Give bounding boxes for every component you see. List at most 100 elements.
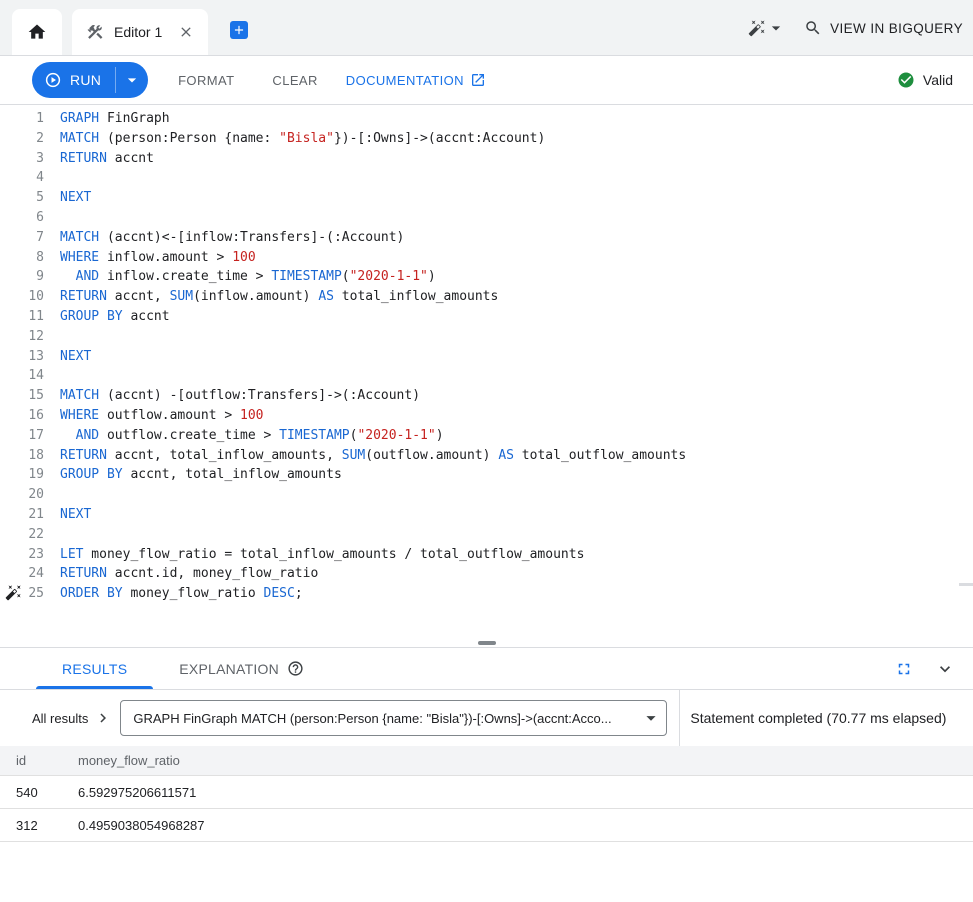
code-line: 8WHERE inflow.amount > 100 — [0, 248, 973, 268]
line-number: 4 — [0, 168, 44, 188]
code-line: 7MATCH (accnt)<-[inflow:Transfers]-(:Acc… — [0, 228, 973, 248]
code-text: MATCH (person:Person {name: "Bisla"})-[:… — [44, 129, 545, 149]
code-assist-icon[interactable] — [5, 584, 22, 601]
code-line: 22 — [0, 525, 973, 545]
code-text: MATCH (accnt) -[outflow:Transfers]->(:Ac… — [44, 386, 420, 406]
close-tab-button[interactable] — [178, 24, 194, 40]
code-line: 18RETURN accnt, total_inflow_amounts, SU… — [0, 446, 973, 466]
line-number: 8 — [0, 248, 44, 268]
collapse-panel-icon[interactable] — [935, 659, 955, 679]
close-icon — [178, 24, 194, 40]
code-text: GROUP BY accnt, total_inflow_amounts — [44, 465, 342, 485]
sql-editor[interactable]: 1GRAPH FinGraph2MATCH (person:Person {na… — [0, 105, 973, 648]
valid-label: Valid — [923, 72, 953, 88]
code-text: RETURN accnt, SUM(inflow.amount) AS tota… — [44, 287, 498, 307]
code-text — [44, 168, 60, 188]
tab-explanation[interactable]: EXPLANATION — [153, 648, 330, 689]
add-editor-tab-button[interactable] — [230, 21, 248, 39]
help-icon[interactable] — [287, 660, 304, 677]
code-line: 12 — [0, 327, 973, 347]
code-text: RETURN accnt, total_inflow_amounts, SUM(… — [44, 446, 686, 466]
line-number: 24 — [0, 564, 44, 584]
fullscreen-icon[interactable] — [895, 660, 913, 678]
results-panel-actions — [895, 648, 973, 689]
clear-button[interactable]: CLEAR — [264, 65, 325, 96]
tools-icon — [86, 23, 104, 41]
line-number: 14 — [0, 366, 44, 386]
code-text: WHERE inflow.amount > 100 — [44, 248, 256, 268]
code-line: 24RETURN accnt.id, money_flow_ratio — [0, 564, 973, 584]
code-text — [44, 208, 60, 228]
code-line: 10RETURN accnt, SUM(inflow.amount) AS to… — [0, 287, 973, 307]
code-line: 16WHERE outflow.amount > 100 — [0, 406, 973, 426]
home-tab[interactable] — [12, 9, 62, 55]
tab-results[interactable]: RESULTS — [36, 648, 153, 689]
code-line: 20 — [0, 485, 973, 505]
code-text — [44, 525, 60, 545]
line-number: 15 — [0, 386, 44, 406]
view-in-bigquery-button[interactable]: VIEW IN BIGQUERY — [804, 19, 963, 37]
run-label: RUN — [70, 72, 101, 88]
check-circle-icon — [897, 71, 915, 89]
code-text: NEXT — [44, 347, 91, 367]
vertical-divider — [679, 690, 680, 746]
documentation-label: DOCUMENTATION — [346, 73, 464, 88]
tab-editor-1[interactable]: Editor 1 — [72, 9, 208, 55]
code-line: 4 — [0, 168, 973, 188]
line-number: 13 — [0, 347, 44, 367]
tab-bar-actions: VIEW IN BIGQUERY — [748, 0, 973, 56]
code-line: 23LET money_flow_ratio = total_inflow_am… — [0, 545, 973, 565]
code-text: LET money_flow_ratio = total_inflow_amou… — [44, 545, 584, 565]
line-number: 16 — [0, 406, 44, 426]
line-number: 5 — [0, 188, 44, 208]
code-text: GROUP BY accnt — [44, 307, 170, 327]
code-line: 14 — [0, 366, 973, 386]
statement-status: Statement completed (70.77 ms elapsed) — [690, 710, 946, 726]
code-line: 19GROUP BY accnt, total_inflow_amounts — [0, 465, 973, 485]
documentation-button[interactable]: DOCUMENTATION — [346, 72, 486, 88]
table-body: 5406.5929752066115713120.495903805496828… — [0, 776, 973, 842]
plus-icon — [232, 23, 246, 37]
results-panel-header: RESULTS EXPLANATION — [0, 648, 973, 690]
format-button[interactable]: FORMAT — [170, 65, 242, 96]
line-number: 18 — [0, 446, 44, 466]
table-row: 3120.4959038054968287 — [0, 809, 973, 842]
explanation-tab-label: EXPLANATION — [179, 661, 279, 677]
line-number: 12 — [0, 327, 44, 347]
line-number: 17 — [0, 426, 44, 446]
statement-select[interactable]: GRAPH FinGraph MATCH (person:Person {nam… — [120, 700, 667, 736]
table-cell: 540 — [0, 785, 78, 800]
code-line: 13NEXT — [0, 347, 973, 367]
play-circle-icon — [44, 71, 62, 89]
line-number: 2 — [0, 129, 44, 149]
code-line: 5NEXT — [0, 188, 973, 208]
column-header: money_flow_ratio — [78, 753, 973, 768]
line-number: 3 — [0, 149, 44, 169]
magic-wand-icon — [748, 19, 766, 37]
editor-scrollbar-mark — [959, 583, 973, 586]
line-number: 11 — [0, 307, 44, 327]
sql-generation-button[interactable] — [748, 18, 786, 38]
code-text: NEXT — [44, 188, 91, 208]
code-text — [44, 366, 60, 386]
results-table: idmoney_flow_ratio 5406.5929752066115713… — [0, 746, 973, 842]
code-text: GRAPH FinGraph — [44, 109, 170, 129]
code-line: 15MATCH (accnt) -[outflow:Transfers]->(:… — [0, 386, 973, 406]
panel-resize-handle[interactable] — [478, 641, 496, 645]
code-text — [44, 485, 60, 505]
code-text: RETURN accnt — [44, 149, 154, 169]
run-button[interactable]: RUN — [32, 62, 115, 98]
line-number: 1 — [0, 109, 44, 129]
code-line: 21NEXT — [0, 505, 973, 525]
chevron-right-glyph — [94, 709, 112, 727]
chevron-right-icon[interactable] — [94, 709, 112, 727]
code-text: WHERE outflow.amount > 100 — [44, 406, 264, 426]
line-number: 19 — [0, 465, 44, 485]
line-number: 7 — [0, 228, 44, 248]
search-icon — [804, 19, 822, 37]
code-text: NEXT — [44, 505, 91, 525]
table-cell: 312 — [0, 818, 78, 833]
code-text: ORDER BY money_flow_ratio DESC; — [44, 584, 303, 604]
line-number: 9 — [0, 267, 44, 287]
run-options-button[interactable] — [116, 62, 148, 98]
